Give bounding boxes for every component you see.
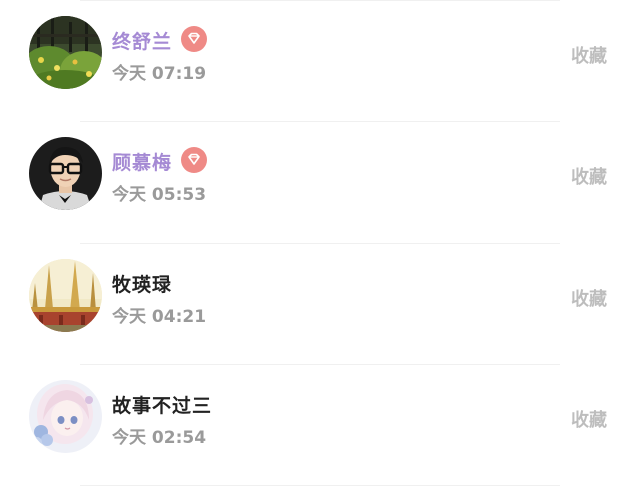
diamond-icon [181, 26, 207, 52]
avatar[interactable] [29, 259, 102, 332]
message-time: 今天 07:19 [112, 64, 207, 84]
favorite-button[interactable]: 收藏 [571, 406, 607, 432]
message-list: 终舒兰 今天 07:19 收藏 顾慕梅 今天 05:53 收藏 牧瑛琭 今天 0… [0, 0, 640, 486]
list-item[interactable]: 顾慕梅 今天 05:53 收藏 [0, 121, 640, 241]
anime-girl-avatar [29, 380, 102, 453]
message-time: 今天 04:21 [112, 307, 207, 327]
favorite-button[interactable]: 收藏 [571, 163, 607, 189]
garden-photo-avatar [29, 16, 102, 89]
avatar[interactable] [29, 137, 102, 210]
message-time: 今天 05:53 [112, 185, 207, 205]
temple-photo-avatar [29, 259, 102, 332]
contact-name: 顾慕梅 [112, 152, 173, 174]
contact-name: 故事不过三 [112, 395, 213, 417]
list-item[interactable]: 牧瑛琭 今天 04:21 收藏 [0, 243, 640, 363]
diamond-icon [181, 147, 207, 173]
favorite-button[interactable]: 收藏 [571, 42, 607, 68]
list-item[interactable]: 故事不过三 今天 02:54 收藏 [0, 364, 640, 484]
favorite-button[interactable]: 收藏 [571, 285, 607, 311]
message-time: 今天 02:54 [112, 428, 207, 448]
list-item[interactable]: 终舒兰 今天 07:19 收藏 [0, 0, 640, 120]
avatar[interactable] [29, 16, 102, 89]
contact-name: 终舒兰 [112, 31, 173, 53]
man-with-glasses-avatar [29, 137, 102, 210]
contact-name: 牧瑛琭 [112, 274, 173, 296]
avatar[interactable] [29, 380, 102, 453]
